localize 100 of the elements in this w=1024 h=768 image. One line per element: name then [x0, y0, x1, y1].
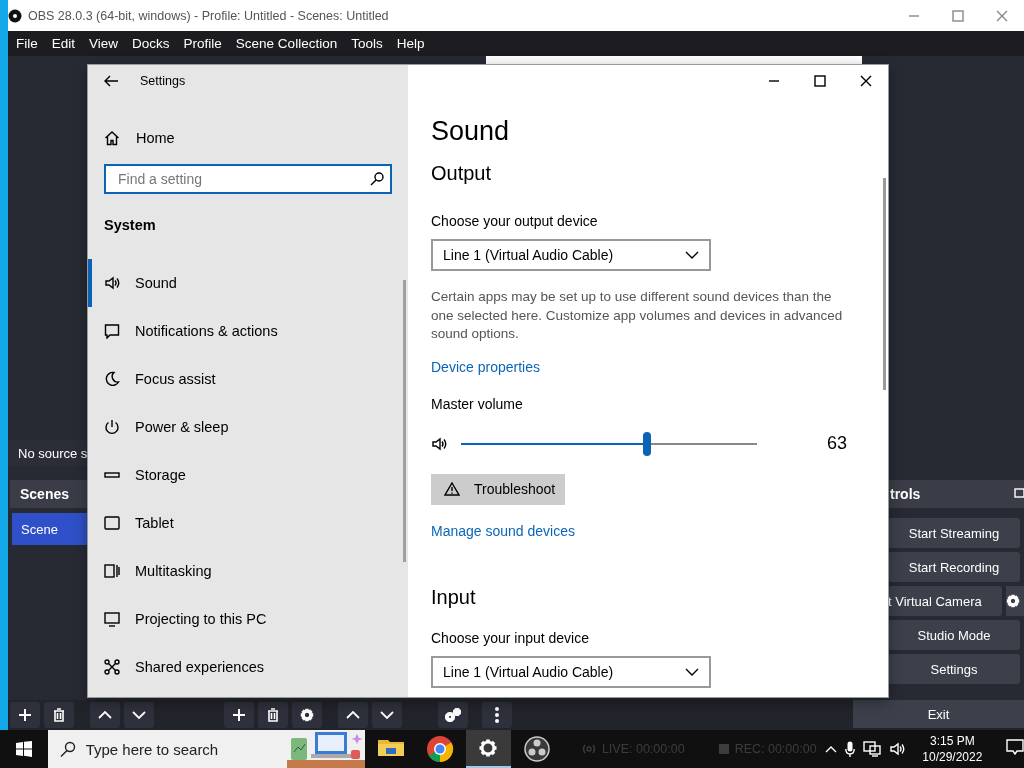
gears-icon [445, 708, 461, 722]
nav-item[interactable]: Storage [88, 451, 408, 499]
volume-value: 63 [827, 433, 848, 454]
add-button[interactable] [224, 702, 254, 728]
menu-item[interactable]: Profile [183, 36, 230, 51]
taskbar-app[interactable] [465, 730, 512, 768]
more-button[interactable] [482, 702, 512, 728]
clock[interactable]: 3:15 PM 10/29/2022 [912, 733, 992, 765]
exit-button[interactable]: Exit [853, 700, 1024, 728]
multitasking-icon [104, 563, 120, 579]
nav-item[interactable]: Power & sleep [88, 403, 408, 451]
menu-item[interactable]: Tools [351, 36, 391, 51]
home-icon [104, 130, 120, 146]
browser-icon [424, 734, 455, 764]
mixer-settings-button[interactable] [438, 702, 468, 728]
remove-button[interactable] [44, 702, 74, 728]
section-heading: Input [431, 584, 477, 610]
close-icon[interactable] [860, 75, 872, 87]
broadcast-icon [581, 743, 596, 755]
tablet-icon [104, 515, 120, 531]
network-icon[interactable] [862, 741, 881, 757]
search-field[interactable]: Find a setting [104, 164, 392, 194]
search-icon [59, 741, 76, 757]
window-title: Settings [140, 74, 186, 88]
scene-item[interactable]: Scene [12, 513, 88, 545]
chevron-up-icon [346, 710, 360, 720]
gear-icon [300, 708, 314, 722]
troubleshoot-button[interactable]: Troubleshoot [431, 473, 565, 505]
move-up-button[interactable] [338, 702, 368, 728]
output-device-dropdown[interactable]: Line 1 (Virtual Audio Cable) [431, 239, 711, 271]
slider-thumb[interactable] [643, 431, 652, 456]
plus-icon [232, 708, 246, 722]
menu-item[interactable]: File [16, 36, 46, 51]
input-device-dropdown[interactable]: Line 1 (Virtual Audio Cable) [431, 655, 711, 688]
chevron-down-icon [685, 251, 699, 259]
add-button[interactable] [10, 702, 40, 728]
dock-title: Scenes [10, 480, 88, 508]
back-arrow-icon[interactable] [104, 75, 118, 87]
control-button[interactable]: Start Streaming [888, 518, 1020, 548]
dock-title: trols [890, 486, 921, 502]
nav-item[interactable]: Notifications & actions [88, 307, 408, 355]
menu-item[interactable]: Edit [51, 36, 84, 51]
plus-icon [18, 708, 32, 722]
chevron-up-icon [98, 710, 112, 720]
chevron-down-icon [132, 710, 146, 720]
menu-item[interactable]: Docks [132, 36, 178, 51]
settings-button[interactable] [292, 702, 322, 728]
nav-item[interactable]: Tablet [88, 499, 408, 547]
nav-item[interactable]: Shared experiences [88, 643, 408, 691]
move-down-button[interactable] [124, 702, 154, 728]
section-heading: Output [431, 161, 493, 186]
moon-icon [104, 371, 120, 387]
chevron-down-icon [685, 667, 699, 676]
manage-devices-link[interactable]: Manage sound devices [431, 522, 575, 539]
field-label: Choose your output device [431, 213, 599, 231]
float-icon[interactable] [1014, 488, 1024, 500]
menu-item[interactable]: Scene Collection [235, 36, 346, 51]
maximize-icon[interactable] [814, 75, 826, 87]
move-up-button[interactable] [90, 702, 120, 728]
scrollbar[interactable] [403, 280, 406, 562]
message-icon [104, 323, 120, 339]
field-label: Choose your input device [431, 629, 590, 648]
power-icon [104, 419, 120, 435]
speaker-icon [431, 435, 449, 452]
search-icon [370, 172, 384, 186]
home-link[interactable]: Home [88, 121, 408, 155]
scrollbar[interactable] [883, 178, 886, 390]
control-button[interactable]: Start Recording [888, 552, 1020, 582]
field-label: Master volume [431, 395, 524, 414]
description-text: Certain apps may be set up to use different sound devices than the one selected here. Customize app volumes and devices in advanced sound options. [431, 288, 844, 343]
window-title: OBS 28.0.3 (64-bit, windows) - Profile: Untitled - Scenes: Untitled [28, 8, 389, 23]
share-icon [104, 659, 120, 675]
preview-status: No source s [8, 440, 88, 466]
app-logo-icon [522, 734, 553, 764]
trash-icon [266, 708, 280, 722]
monitor-icon [104, 611, 120, 627]
camera-settings-button[interactable] [1006, 586, 1024, 616]
microphone-icon[interactable] [844, 741, 855, 757]
page-title: Sound [431, 115, 511, 148]
taskbar-search-field[interactable]: Type here to search [47, 730, 366, 768]
remove-button[interactable] [258, 702, 288, 728]
nav-item[interactable]: Multitasking [88, 547, 408, 595]
windows-logo-icon[interactable] [15, 741, 32, 757]
device-properties-link[interactable]: Device properties [431, 358, 540, 375]
nav-item[interactable]: Focus assist [88, 355, 408, 403]
control-button[interactable]: Studio Mode [888, 620, 1020, 650]
notification-icon[interactable] [1006, 739, 1024, 755]
chevron-up-icon[interactable] [824, 745, 837, 753]
control-button[interactable]: Settings [888, 654, 1020, 684]
menu-item[interactable]: View [89, 36, 127, 51]
gear-icon [1006, 594, 1020, 608]
trash-icon [52, 708, 66, 722]
move-down-button[interactable] [372, 702, 402, 728]
speaker-icon [104, 275, 120, 291]
search-input[interactable]: Find a setting [116, 170, 370, 188]
menu-item[interactable]: Help [396, 36, 433, 51]
speaker-icon[interactable] [888, 741, 905, 757]
warning-icon [444, 482, 460, 496]
dots-icon [495, 707, 499, 723]
nav-item[interactable]: Projecting to this PC [88, 595, 408, 643]
